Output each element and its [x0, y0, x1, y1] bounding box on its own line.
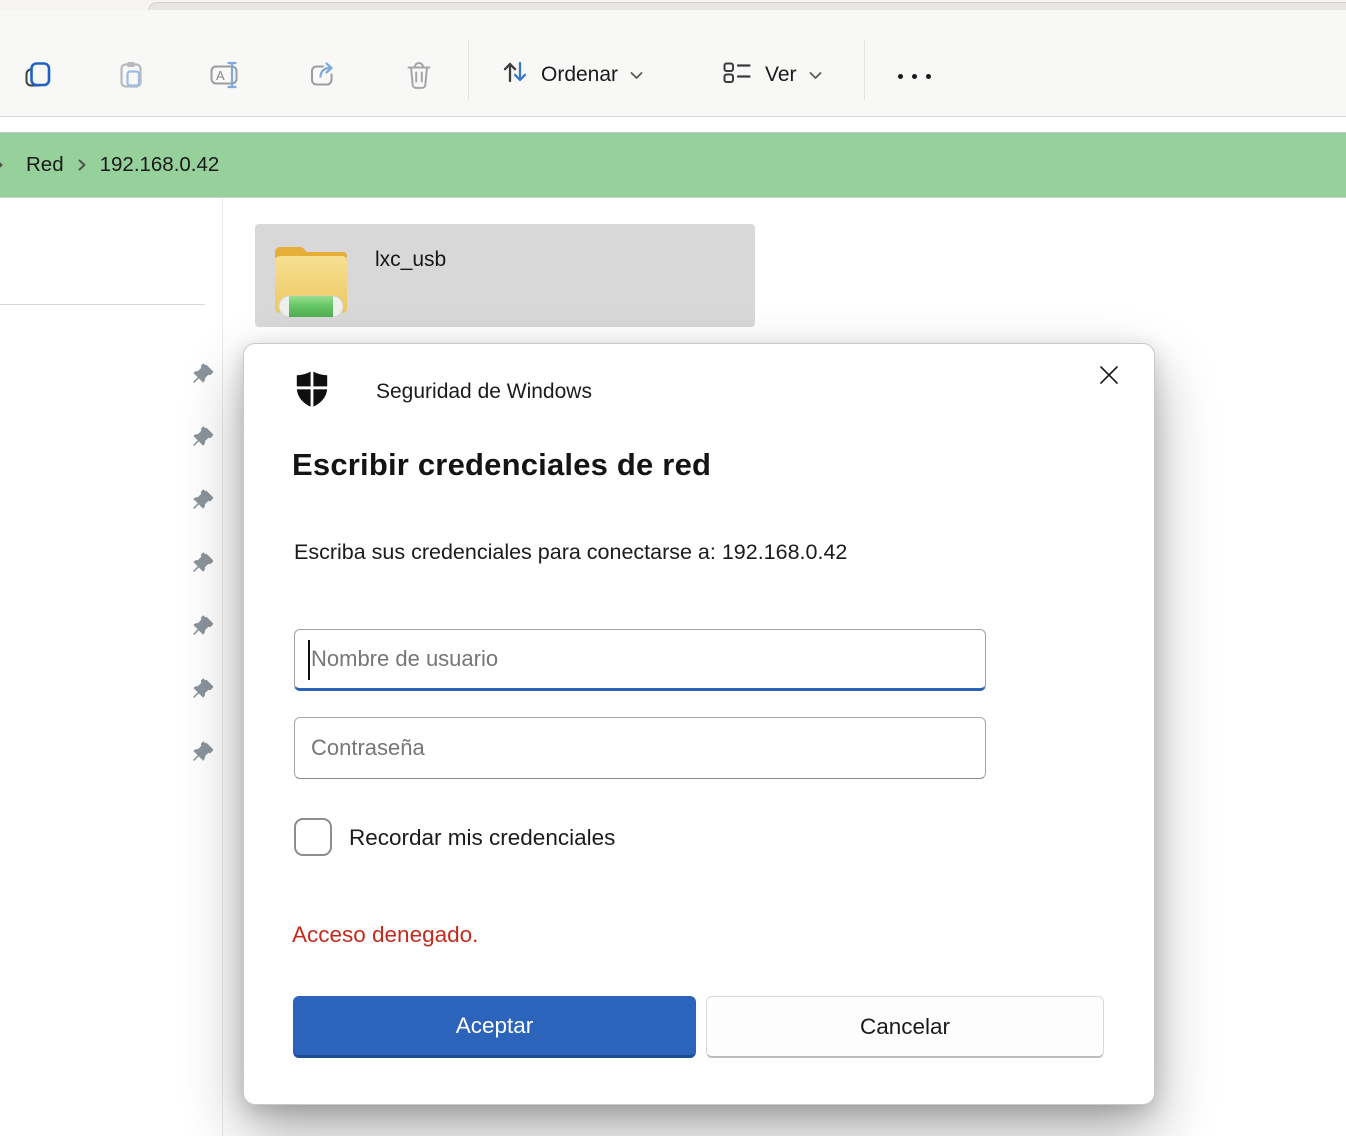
pin-icon	[191, 363, 215, 387]
password-input[interactable]	[294, 717, 986, 779]
chevron-down-icon	[808, 63, 823, 87]
breadcrumb-chevron-icon	[0, 133, 4, 197]
copy-icon	[21, 59, 53, 94]
breadcrumb-item-red[interactable]: Red	[20, 153, 70, 177]
error-message: Acceso denegado.	[292, 922, 478, 948]
more-icon	[898, 74, 931, 79]
view-dropdown[interactable]: Ver	[720, 46, 823, 104]
pin-icon	[191, 552, 215, 576]
username-input[interactable]	[294, 629, 986, 691]
toolbar-separator	[468, 40, 469, 100]
accept-button[interactable]: Aceptar	[293, 996, 696, 1058]
tab-strip	[0, 0, 1346, 10]
file-name: lxc_usb	[375, 224, 446, 296]
remember-checkbox-label: Recordar mis credenciales	[349, 825, 615, 851]
address-bar[interactable]: Red 192.168.0.42	[0, 132, 1346, 198]
folder-usb-icon	[268, 232, 354, 325]
copy-button[interactable]	[15, 56, 59, 96]
dialog-title: Escribir credenciales de red	[292, 447, 711, 483]
rename-button[interactable]: A	[203, 56, 247, 96]
toolbar: A	[0, 10, 1346, 117]
pin-icon	[191, 678, 215, 702]
breadcrumb-item-host[interactable]: 192.168.0.42	[94, 153, 226, 177]
sort-dropdown[interactable]: Ordenar	[500, 46, 644, 104]
trash-icon	[404, 59, 434, 94]
dialog-app-title: Seguridad de Windows	[376, 380, 592, 404]
rename-icon: A	[207, 59, 243, 94]
share-icon	[306, 59, 338, 94]
paste-button[interactable]	[109, 56, 153, 96]
delete-button[interactable]	[397, 56, 441, 96]
toolbar-separator	[864, 40, 865, 100]
text-caret	[308, 640, 310, 680]
paste-icon	[115, 59, 147, 94]
close-icon	[1096, 362, 1122, 391]
pin-icon	[191, 741, 215, 765]
pin-icon	[191, 426, 215, 450]
share-button[interactable]	[300, 56, 344, 96]
cancel-button[interactable]: Cancelar	[706, 996, 1104, 1058]
sort-arrows-icon	[500, 57, 530, 93]
file-explorer-window: A	[0, 0, 1346, 1136]
view-label: Ver	[765, 63, 797, 87]
remember-checkbox[interactable]	[294, 818, 332, 856]
file-item-lxc-usb[interactable]: lxc_usb	[255, 224, 755, 327]
view-icon	[720, 57, 754, 93]
windows-security-shield-icon	[294, 370, 330, 413]
pin-icon	[191, 615, 215, 639]
windows-security-dialog: Seguridad de Windows Escribir credencial…	[243, 343, 1155, 1105]
more-options-button[interactable]	[888, 56, 940, 96]
sidebar-section-divider	[0, 304, 205, 305]
breadcrumb-chevron-icon	[70, 158, 94, 172]
close-button[interactable]	[1087, 354, 1131, 398]
pane-divider	[222, 198, 223, 1136]
dialog-subtitle: Escriba sus credenciales para conectarse…	[294, 540, 847, 565]
chevron-down-icon	[629, 63, 644, 87]
sort-label: Ordenar	[541, 63, 618, 87]
pin-icon	[191, 489, 215, 513]
svg-text:A: A	[216, 68, 225, 83]
